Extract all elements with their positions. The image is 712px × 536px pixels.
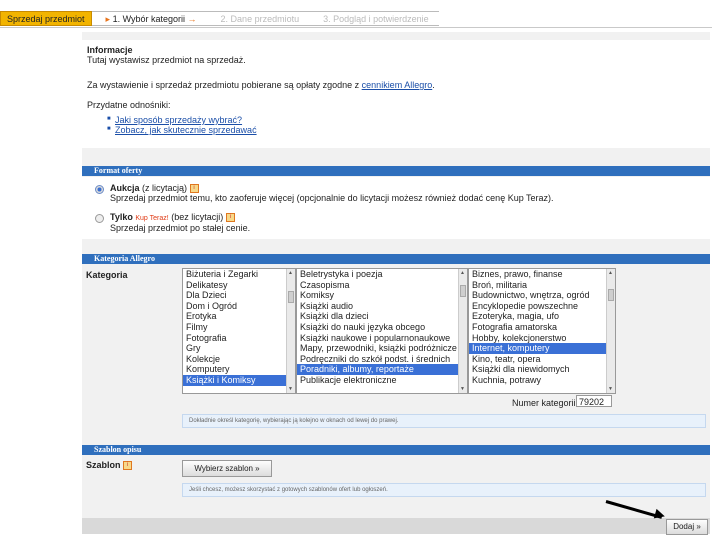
list-item[interactable]: Książki dla dzieci — [297, 311, 467, 322]
auction-option: Aukcja (z licytacją) i — [110, 183, 199, 194]
footer-bar — [82, 518, 710, 534]
info-icon[interactable]: i — [189, 184, 199, 194]
list-item[interactable]: Biznes, prawo, finanse — [469, 269, 615, 280]
category-label: Kategoria — [86, 270, 128, 280]
scrollbar[interactable] — [606, 269, 615, 393]
category-list-3[interactable]: Biznes, prawo, finanse Broń, militaria Bud… — [468, 268, 616, 394]
wizard-step-1-label: 1. Wybór kategorii — [112, 14, 186, 24]
scrollbar[interactable] — [286, 269, 295, 393]
only-title: Tylko — [110, 212, 133, 222]
category-hint: Dokładnie określ kategorię, wybierając j… — [182, 414, 706, 428]
category-list-2-items: Beletrystyka i poezja Czasopisma Komiksy Ks… — [297, 269, 467, 386]
list-item[interactable]: Książki audio — [297, 301, 467, 312]
choose-template-button[interactable]: Wybierz szablon » — [182, 460, 272, 477]
info-line2-suffix: . — [432, 80, 435, 90]
template-section — [82, 456, 710, 508]
auction-title: Aukcja — [110, 183, 140, 193]
template-label-row: Szablon i — [86, 460, 133, 471]
list-item[interactable]: Erotyka — [183, 311, 295, 322]
list-item[interactable]: Internet, komputery — [469, 343, 615, 354]
pricing-link[interactable]: cennikiem Allegro — [362, 80, 433, 90]
section-header-category: Kategoria Allegro — [82, 254, 710, 264]
radio-auction[interactable] — [95, 185, 104, 194]
info-line2-text: Za wystawienie i sprzedaż przedmiotu pob… — [87, 80, 360, 90]
list-item[interactable]: Poradniki, albumy, reportaże — [297, 364, 467, 375]
list-item[interactable]: Publikacje elektroniczne — [297, 375, 467, 386]
wizard-step-sell[interactable]: Sprzedaj przedmiot — [0, 11, 92, 26]
list-item[interactable]: Podręczniki do szkół podst. i średnich — [297, 354, 467, 365]
list-item[interactable]: Dla Dzieci — [183, 290, 295, 301]
wizard-steps: Sprzedaj przedmiot ▸ 1. Wybór kategorii … — [0, 11, 439, 26]
list-item[interactable]: Beletrystyka i poezja — [297, 269, 467, 280]
link-sell-effectively[interactable]: Zobacz, jak skutecznie sprzedawać — [107, 125, 257, 135]
category-list-1[interactable]: Biżuteria i Zegarki Delikatesy Dla Dzieci D… — [182, 268, 296, 394]
list-item[interactable]: Komputery — [183, 364, 295, 375]
wizard-step-2: 2. Dane przedmiotu — [206, 11, 310, 26]
wizard-step-1[interactable]: ▸ 1. Wybór kategorii → — [91, 11, 207, 26]
scrollbar-thumb[interactable] — [460, 285, 466, 297]
add-button[interactable]: Dodaj » — [666, 519, 708, 535]
list-item[interactable]: Hobby, kolekcjonerstwo — [469, 333, 615, 344]
section-header-format: Format oferty — [82, 166, 710, 176]
info-heading: Informacje — [87, 45, 133, 55]
auction-desc: Sprzedaj przedmiot temu, kto zaoferuje w… — [110, 193, 554, 203]
list-item[interactable]: Kolekcje — [183, 354, 295, 365]
radio-buy-now[interactable] — [95, 214, 104, 223]
list-item[interactable]: Czasopisma — [297, 280, 467, 291]
arrow-icon: → — [185, 14, 197, 24]
list-item[interactable]: Encyklopedie powszechne — [469, 301, 615, 312]
list-item[interactable]: Biżuteria i Zegarki — [183, 269, 295, 280]
useful-links-label: Przydatne odnośniki: — [87, 100, 171, 110]
list-item[interactable]: Książki naukowe i popularnonaukowe — [297, 333, 467, 344]
list-item[interactable]: Kuchnia, potrawy — [469, 375, 615, 386]
link-sales-method[interactable]: Jaki sposób sprzedaży wybrać? — [107, 115, 242, 125]
list-item[interactable]: Fotografia — [183, 333, 295, 344]
list-item[interactable]: Mapy, przewodniki, książki podróżnicze — [297, 343, 467, 354]
list-item[interactable]: Delikatesy — [183, 280, 295, 291]
info-line1: Tutaj wystawisz przedmiot na sprzedaż. — [87, 55, 246, 65]
info-panel: Informacje Tutaj wystawisz przedmiot na … — [82, 40, 710, 148]
list-item[interactable]: Kino, teatr, opera — [469, 354, 615, 365]
list-item[interactable]: Komiksy — [297, 290, 467, 301]
wizard-bar: Sprzedaj przedmiot ▸ 1. Wybór kategorii … — [0, 0, 712, 26]
scrollbar-thumb[interactable] — [288, 291, 294, 303]
info-icon[interactable]: i — [225, 213, 235, 223]
wizard-step-3: 3. Podgląd i potwierdzenie — [309, 11, 439, 26]
format-section: Aukcja (z licytacją) i Sprzedaj przedmio… — [82, 177, 710, 239]
arrow-icon: ▸ — [105, 14, 113, 24]
buy-now-option: Tylko Kup Teraz! (bez licytacji) i — [110, 212, 235, 223]
template-hint: Jeśli chcesz, możesz skorzystać z gotowy… — [182, 483, 706, 497]
list-item[interactable]: Ezoteryka, magia, ufo — [469, 311, 615, 322]
list-item[interactable]: Broń, militaria — [469, 280, 615, 291]
list-item[interactable]: Książki dla niewidomych — [469, 364, 615, 375]
list-item[interactable]: Filmy — [183, 322, 295, 333]
list-item[interactable]: Gry — [183, 343, 295, 354]
info-icon[interactable]: i — [123, 461, 133, 471]
category-list-3-items: Biznes, prawo, finanse Broń, militaria Bud… — [469, 269, 615, 386]
section-header-template: Szablon opisu — [82, 445, 710, 455]
buy-now-desc: Sprzedaj przedmiot po stałej cenie. — [110, 223, 251, 233]
scrollbar[interactable] — [458, 269, 467, 393]
category-number-label: Numer kategorii — [512, 398, 576, 408]
divider — [0, 27, 712, 28]
list-item[interactable]: Książki do nauki języka obcego — [297, 322, 467, 333]
list-item[interactable]: Książki i Komiksy — [183, 374, 295, 386]
category-list-2[interactable]: Beletrystyka i poezja Czasopisma Komiksy Ks… — [296, 268, 468, 394]
template-label: Szablon — [86, 460, 121, 470]
info-line2: Za wystawienie i sprzedaż przedmiotu pob… — [87, 80, 435, 90]
kup-teraz-logo: Kup Teraz! — [135, 215, 169, 222]
auction-note: (z licytacją) — [142, 183, 188, 193]
list-item[interactable]: Fotografia amatorska — [469, 322, 615, 333]
only-note: (bez licytacji) — [171, 212, 224, 222]
category-list-1-items: Biżuteria i Zegarki Delikatesy Dla Dzieci D… — [183, 269, 295, 386]
scrollbar-thumb[interactable] — [608, 289, 614, 301]
list-item[interactable]: Dom i Ogród — [183, 301, 295, 312]
category-number-field[interactable]: 79202 — [576, 395, 612, 407]
list-item[interactable]: Budownictwo, wnętrza, ogród — [469, 290, 615, 301]
